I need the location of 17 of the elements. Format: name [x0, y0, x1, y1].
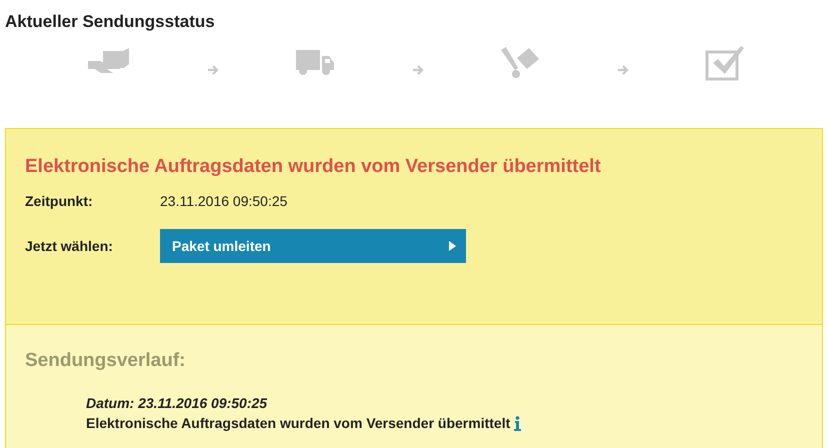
- hand-truck-icon: [500, 46, 540, 80]
- field-label: Zeitpunkt:: [25, 193, 94, 209]
- field-value: 23.11.2016 09:50:25: [160, 193, 288, 209]
- status-heading: Elektronische Auftragsdaten wurden vom Versender übermittelt: [25, 155, 602, 179]
- redirect-button[interactable]: Paket umleiten: [160, 229, 466, 263]
- arrow-right-icon: [206, 64, 218, 74]
- arrow-right-icon: [412, 64, 424, 74]
- checkbox-check-icon: [705, 44, 745, 80]
- page-title: Aktueller Sendungsstatus: [5, 12, 216, 32]
- arrow-right-icon: [616, 64, 628, 74]
- entry-date: Datum: 23.11.2016 09:50:25: [86, 395, 268, 411]
- info-icon[interactable]: [514, 416, 522, 430]
- caret-icon: [449, 241, 456, 251]
- history-heading: Sendungsverlauf:: [25, 349, 186, 373]
- field-label: Jetzt wählen:: [25, 238, 114, 254]
- truck-icon: [295, 48, 335, 78]
- entry-text: Elektronische Auftragsdaten wurden vom Versender übermittelt: [86, 415, 510, 431]
